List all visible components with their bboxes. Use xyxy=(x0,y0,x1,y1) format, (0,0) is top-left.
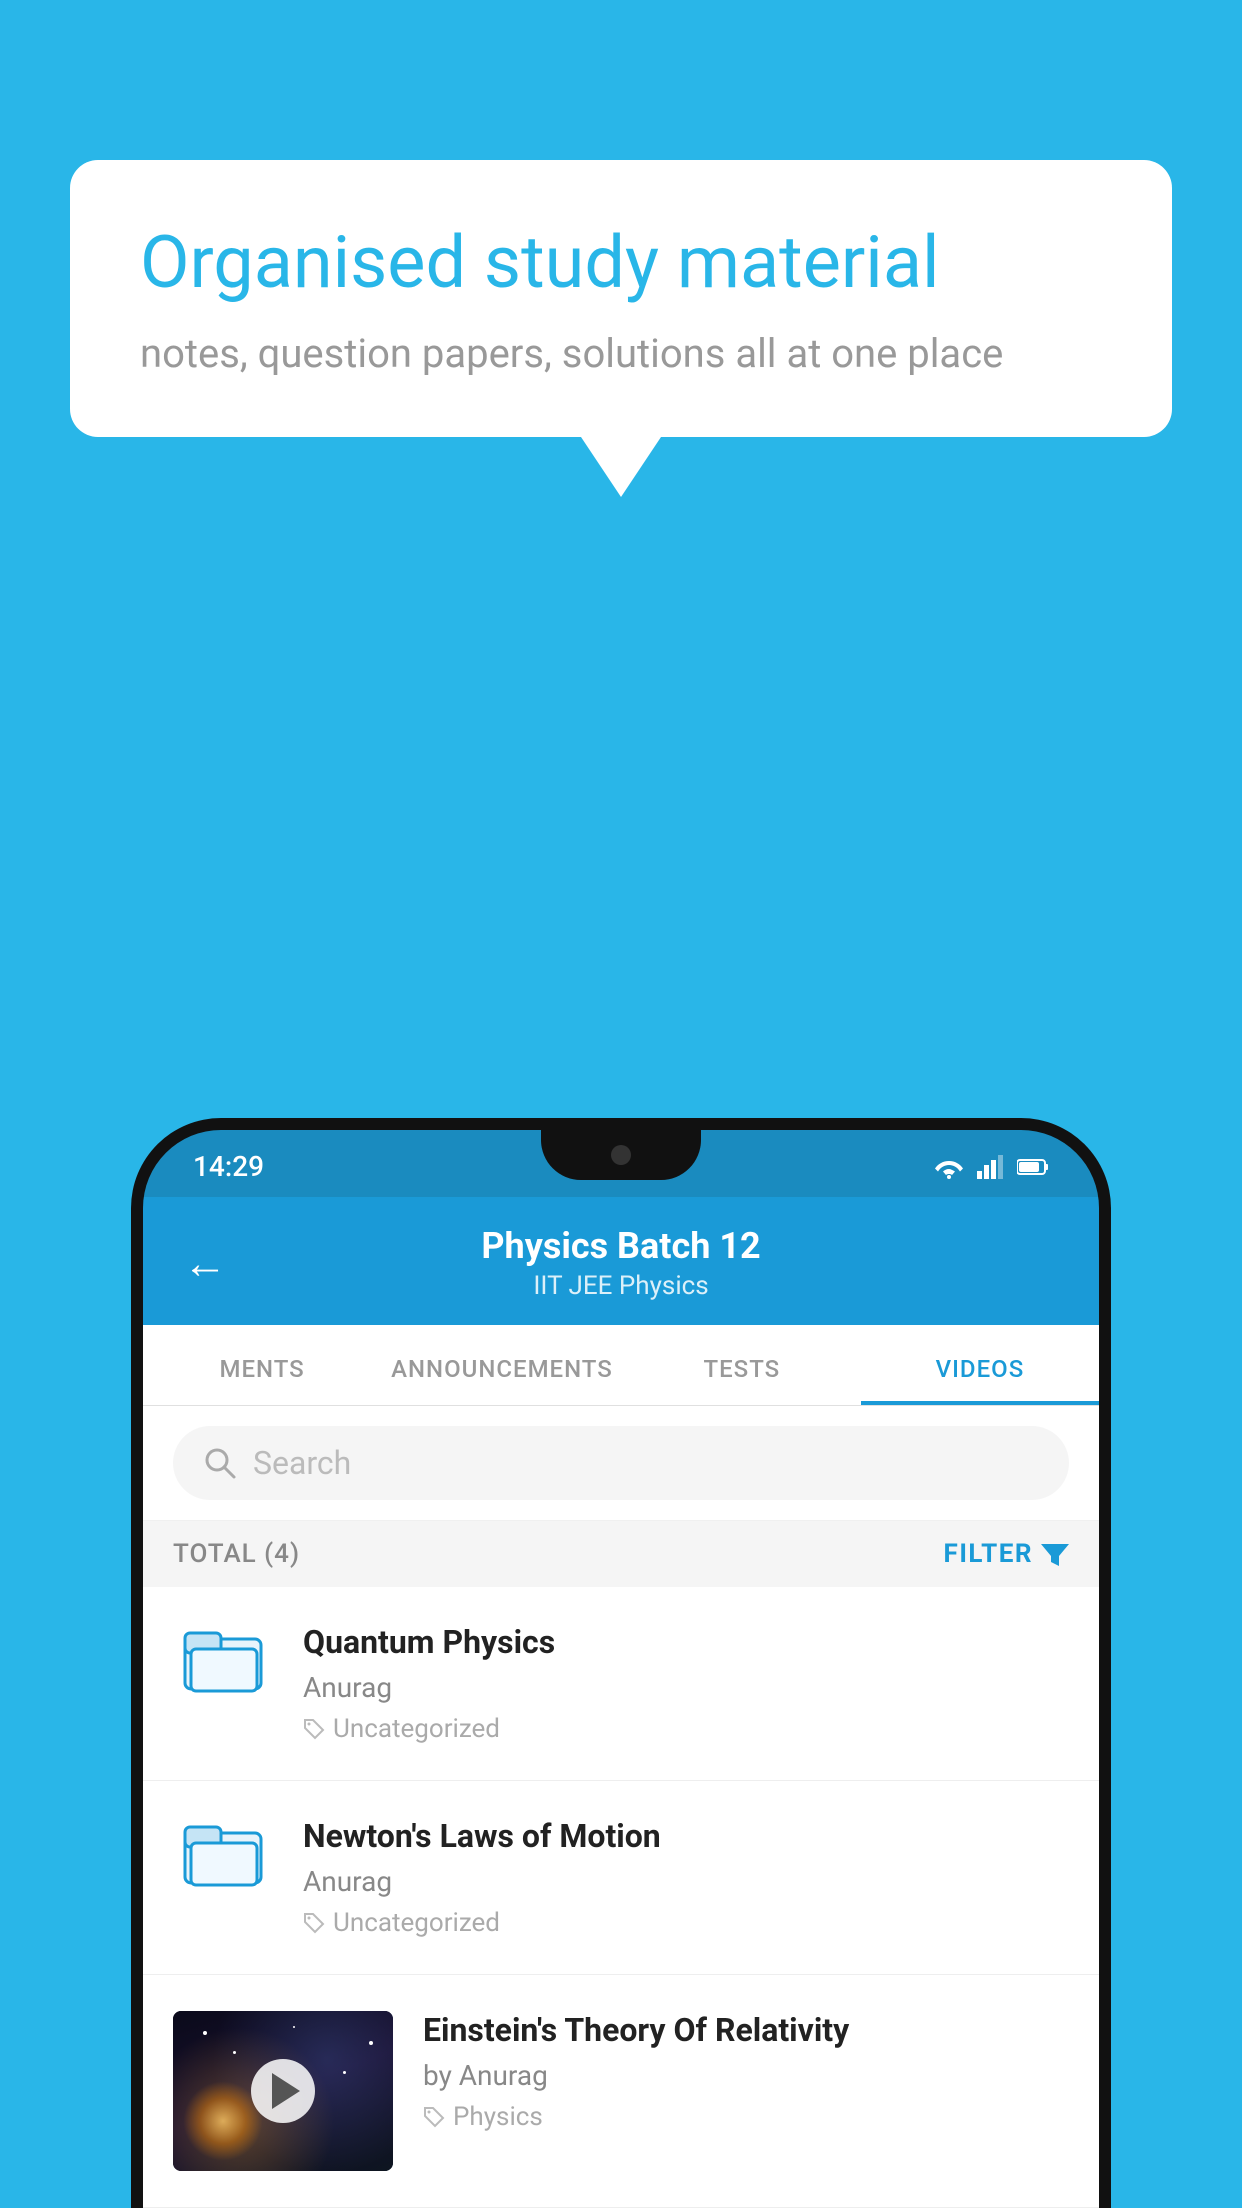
tab-announcements[interactable]: ANNOUNCEMENTS xyxy=(381,1325,623,1405)
video-tag-1: Uncategorized xyxy=(303,1714,1069,1744)
phone-wrapper: 14:29 xyxy=(131,1118,1111,2208)
video-folder-icon-1 xyxy=(173,1623,273,1693)
star-1 xyxy=(203,2031,207,2035)
header-title: Physics Batch 12 xyxy=(481,1225,760,1267)
total-count: TOTAL (4) xyxy=(173,1539,300,1569)
star-3 xyxy=(293,2026,295,2028)
phone-frame: 14:29 xyxy=(131,1118,1111,2208)
video-list: Quantum Physics Anurag Uncategorized xyxy=(143,1587,1099,2208)
search-placeholder: Search xyxy=(253,1444,351,1482)
search-icon xyxy=(203,1446,237,1480)
speech-bubble-section: Organised study material notes, question… xyxy=(70,160,1172,497)
star-4 xyxy=(343,2071,346,2074)
signal-icon xyxy=(977,1155,1005,1179)
back-button[interactable]: ← xyxy=(183,1237,227,1289)
play-triangle xyxy=(272,2073,300,2109)
video-author-1: Anurag xyxy=(303,1671,1069,1704)
video-author-2: Anurag xyxy=(303,1865,1069,1898)
tag-icon-1 xyxy=(303,1718,325,1740)
status-time: 14:29 xyxy=(193,1150,264,1183)
speech-bubble-arrow xyxy=(581,437,661,497)
video-title-2: Newton's Laws of Motion xyxy=(303,1817,1069,1855)
filter-button[interactable]: FILTER xyxy=(944,1539,1069,1569)
video-folder-icon-2 xyxy=(173,1817,273,1887)
filter-icon xyxy=(1041,1540,1069,1568)
camera xyxy=(611,1145,631,1165)
play-button-3[interactable] xyxy=(251,2059,315,2123)
tab-videos[interactable]: VIDEOS xyxy=(861,1325,1099,1405)
video-info-2: Newton's Laws of Motion Anurag Uncategor… xyxy=(303,1817,1069,1938)
star-2 xyxy=(233,2051,236,2054)
search-input-wrapper[interactable]: Search xyxy=(173,1426,1069,1500)
video-item-3[interactable]: Einstein's Theory Of Relativity by Anura… xyxy=(143,1975,1099,2208)
video-tag-3: Physics xyxy=(423,2102,1069,2132)
video-title-1: Quantum Physics xyxy=(303,1623,1069,1661)
tab-ments[interactable]: MENTS xyxy=(143,1325,381,1405)
status-icons xyxy=(933,1155,1049,1179)
battery-icon xyxy=(1017,1158,1049,1176)
phone-notch xyxy=(541,1130,701,1180)
tab-tests[interactable]: TESTS xyxy=(623,1325,861,1405)
star-5 xyxy=(369,2041,373,2045)
header-subtitle: IIT JEE Physics xyxy=(481,1271,760,1301)
video-tag-2: Uncategorized xyxy=(303,1908,1069,1938)
video-item-2[interactable]: Newton's Laws of Motion Anurag Uncategor… xyxy=(143,1781,1099,1975)
wifi-icon xyxy=(933,1155,965,1179)
video-thumbnail-3 xyxy=(173,2011,393,2171)
video-author-3: by Anurag xyxy=(423,2059,1069,2092)
speech-bubble-card: Organised study material notes, question… xyxy=(70,160,1172,437)
tag-icon-2 xyxy=(303,1912,325,1934)
speech-bubble-title: Organised study material xyxy=(140,220,1102,306)
tab-bar: MENTS ANNOUNCEMENTS TESTS VIDEOS xyxy=(143,1325,1099,1406)
speech-bubble-subtitle: notes, question papers, solutions all at… xyxy=(140,330,1102,377)
search-bar: Search xyxy=(143,1406,1099,1521)
app-header: ← Physics Batch 12 IIT JEE Physics xyxy=(143,1197,1099,1325)
filter-row: TOTAL (4) FILTER xyxy=(143,1521,1099,1587)
video-title-3: Einstein's Theory Of Relativity xyxy=(423,2011,1069,2049)
video-item-1[interactable]: Quantum Physics Anurag Uncategorized xyxy=(143,1587,1099,1781)
tag-icon-3 xyxy=(423,2106,445,2128)
header-title-block: Physics Batch 12 IIT JEE Physics xyxy=(481,1225,760,1301)
video-info-3: Einstein's Theory Of Relativity by Anura… xyxy=(423,2011,1069,2132)
video-info-1: Quantum Physics Anurag Uncategorized xyxy=(303,1623,1069,1744)
